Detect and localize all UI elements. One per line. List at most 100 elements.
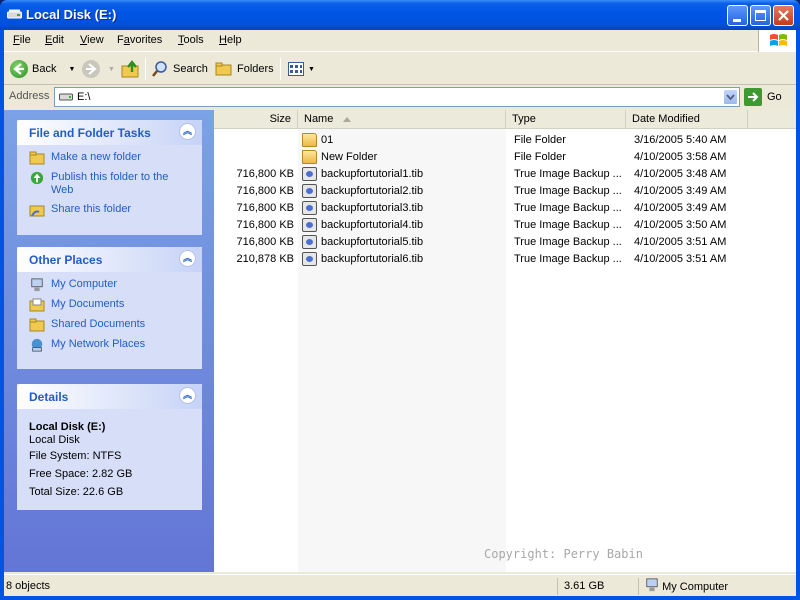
panel-header[interactable]: Other Places ︽ [17, 247, 202, 272]
file-folder-tasks-panel: File and Folder Tasks ︽ Make a new folde… [17, 120, 202, 235]
file-row[interactable]: New Folder File Folder 4/10/2005 3:58 AM [214, 149, 796, 166]
column-header-name[interactable]: Name [298, 110, 506, 129]
up-folder-icon [121, 60, 139, 78]
file-type: True Image Backup ... [514, 236, 622, 248]
file-row[interactable]: 210,878 KB backupfortutorial6.tib True Ima… [214, 251, 796, 268]
tib-file-icon [302, 201, 317, 215]
task-pane: File and Folder Tasks ︽ Make a new folde… [4, 110, 214, 572]
publish-folder-link[interactable]: Publish this folder to the Web [29, 171, 202, 197]
forward-dropdown-icon[interactable]: ▼ [108, 66, 115, 73]
forward-button[interactable]: ▼ [82, 57, 115, 81]
documents-folder-icon [29, 298, 45, 312]
collapse-icon[interactable]: ︽ [179, 387, 196, 404]
task-label: Make a new folder [51, 151, 141, 163]
tib-file-icon [302, 184, 317, 198]
file-name: backupfortutorial1.tib [321, 168, 424, 180]
go-button[interactable]: Go [744, 87, 782, 107]
file-date-modified: 4/10/2005 3:48 AM [634, 168, 727, 180]
my-computer-link[interactable]: My Computer [29, 278, 202, 292]
status-location-label: My Computer [662, 581, 729, 593]
details-free-space: Free Space: 2.82 GB [29, 468, 133, 480]
network-icon [31, 338, 43, 352]
file-type: True Image Backup ... [514, 185, 622, 197]
status-object-count: 8 objects [6, 580, 51, 592]
file-row[interactable]: 716,800 KB backupfortutorial4.tib True Ima… [214, 217, 796, 234]
file-name: backupfortutorial3.tib [321, 202, 424, 214]
file-row[interactable]: 01 File Folder 3/16/2005 5:40 AM [214, 132, 796, 149]
menu-edit[interactable]: Edit [45, 34, 64, 46]
collapse-icon[interactable]: ︽ [179, 123, 196, 140]
file-row[interactable]: 716,800 KB backupfortutorial5.tib True Ima… [214, 234, 796, 251]
file-name: backupfortutorial5.tib [321, 236, 424, 248]
folders-icon [215, 62, 232, 76]
address-label: Address [9, 90, 50, 102]
title-bar[interactable]: Local Disk (E:) [0, 0, 800, 30]
back-dropdown-icon[interactable]: ▼ [68, 66, 75, 73]
tib-file-icon [302, 252, 317, 266]
back-label: Back [32, 63, 57, 75]
minimize-button[interactable] [727, 5, 748, 26]
file-name: backupfortutorial4.tib [321, 219, 424, 231]
column-headers: Size Name Type Date Modified [214, 110, 796, 129]
close-button[interactable] [773, 5, 794, 26]
details-panel: Details ︽ Local Disk (E:) Local Disk Fil… [17, 384, 202, 510]
menu-file[interactable]: File [13, 34, 31, 46]
file-date-modified: 4/10/2005 3:51 AM [634, 253, 727, 265]
go-label: Go [767, 91, 782, 103]
menu-favorites[interactable]: Favorites [117, 34, 162, 46]
views-button[interactable]: ▼ [288, 57, 315, 81]
address-bar: Address E:\ Go [4, 86, 796, 108]
client-area: File Edit View Favorites Tools Help Back… [4, 30, 796, 596]
address-dropdown-button[interactable] [723, 89, 738, 105]
column-header-size[interactable]: Size [214, 110, 298, 129]
my-network-places-link[interactable]: My Network Places [29, 338, 202, 352]
panel-header[interactable]: File and Folder Tasks ︽ [17, 120, 202, 145]
column-header-type[interactable]: Type [506, 110, 626, 129]
collapse-icon[interactable]: ︽ [179, 250, 196, 267]
tib-file-icon [302, 167, 317, 181]
file-row[interactable]: 716,800 KB backupfortutorial3.tib True Ima… [214, 200, 796, 217]
panel-header[interactable]: Details ︽ [17, 384, 202, 409]
computer-icon [31, 278, 43, 292]
make-new-folder-link[interactable]: Make a new folder [29, 151, 202, 165]
folders-button[interactable]: Folders [215, 57, 274, 81]
menu-view[interactable]: View [80, 34, 104, 46]
search-label: Search [173, 63, 208, 75]
menu-help[interactable]: Help [219, 34, 242, 46]
file-list[interactable]: Size Name Type Date Modified 01 File Fold… [214, 110, 796, 572]
column-header-date-modified[interactable]: Date Modified [626, 110, 748, 129]
maximize-icon [755, 10, 766, 21]
back-button[interactable]: Back ▼ [10, 57, 75, 81]
address-value: E:\ [77, 91, 91, 103]
file-date-modified: 4/10/2005 3:51 AM [634, 236, 727, 248]
window-title: Local Disk (E:) [26, 7, 117, 22]
file-name: backupfortutorial2.tib [321, 185, 424, 197]
panel-title: File and Folder Tasks [29, 126, 151, 140]
chevron-down-icon [726, 94, 735, 101]
file-row[interactable]: 716,800 KB backupfortutorial2.tib True Ima… [214, 183, 796, 200]
menu-tools[interactable]: Tools [178, 34, 204, 46]
search-icon [152, 61, 167, 77]
file-row[interactable]: 716,800 KB backupfortutorial1.tib True Ima… [214, 166, 796, 183]
search-button[interactable]: Search [151, 57, 208, 81]
maximize-button[interactable] [750, 5, 771, 26]
file-date-modified: 4/10/2005 3:49 AM [634, 185, 727, 197]
up-folder-button[interactable] [121, 57, 141, 81]
file-date-modified: 4/10/2005 3:49 AM [634, 202, 727, 214]
place-label: Shared Documents [51, 318, 146, 330]
panel-title: Other Places [29, 253, 103, 267]
share-folder-link[interactable]: Share this folder [29, 203, 202, 217]
publish-web-icon [30, 171, 44, 185]
drive-icon [7, 9, 22, 19]
windows-flag-icon [770, 34, 787, 46]
tib-file-icon [302, 235, 317, 249]
shared-documents-link[interactable]: Shared Documents [29, 318, 202, 332]
file-size: 716,800 KB [236, 185, 295, 197]
file-name: New Folder [321, 151, 378, 163]
file-size: 716,800 KB [236, 236, 295, 248]
file-name: backupfortutorial6.tib [321, 253, 424, 265]
sort-ascending-icon [343, 116, 352, 122]
task-label: Share this folder [51, 203, 132, 215]
address-input[interactable]: E:\ [54, 87, 740, 107]
my-documents-link[interactable]: My Documents [29, 298, 202, 312]
